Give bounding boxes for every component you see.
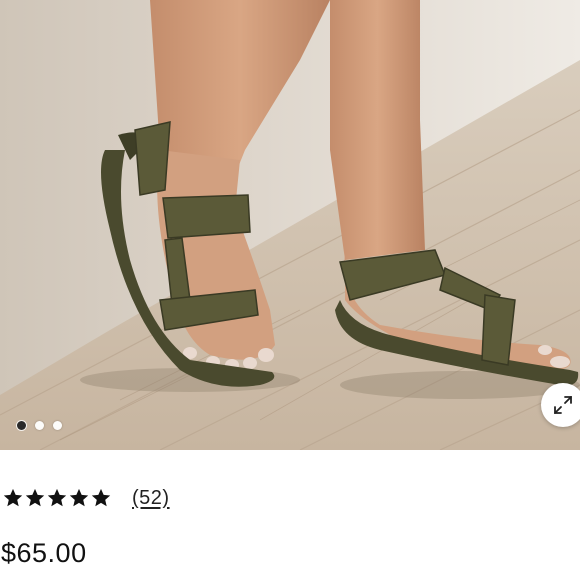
star-icon — [68, 487, 90, 509]
carousel-dot-3[interactable] — [53, 421, 62, 430]
expand-image-button[interactable] — [541, 383, 580, 427]
star-icon — [2, 487, 24, 509]
star-rating — [2, 487, 112, 509]
star-icon — [90, 487, 112, 509]
rating-row: (52) — [2, 484, 170, 512]
star-icon — [46, 487, 68, 509]
product-price: $65.00 — [1, 538, 87, 568]
carousel-dot-1[interactable] — [17, 421, 26, 430]
carousel-indicators — [17, 421, 62, 430]
expand-arrows-icon — [552, 394, 574, 416]
product-image[interactable] — [0, 0, 580, 450]
carousel-dot-2[interactable] — [35, 421, 44, 430]
star-icon — [24, 487, 46, 509]
review-count-link[interactable]: (52) — [132, 487, 170, 510]
sandal-photo — [0, 0, 580, 450]
